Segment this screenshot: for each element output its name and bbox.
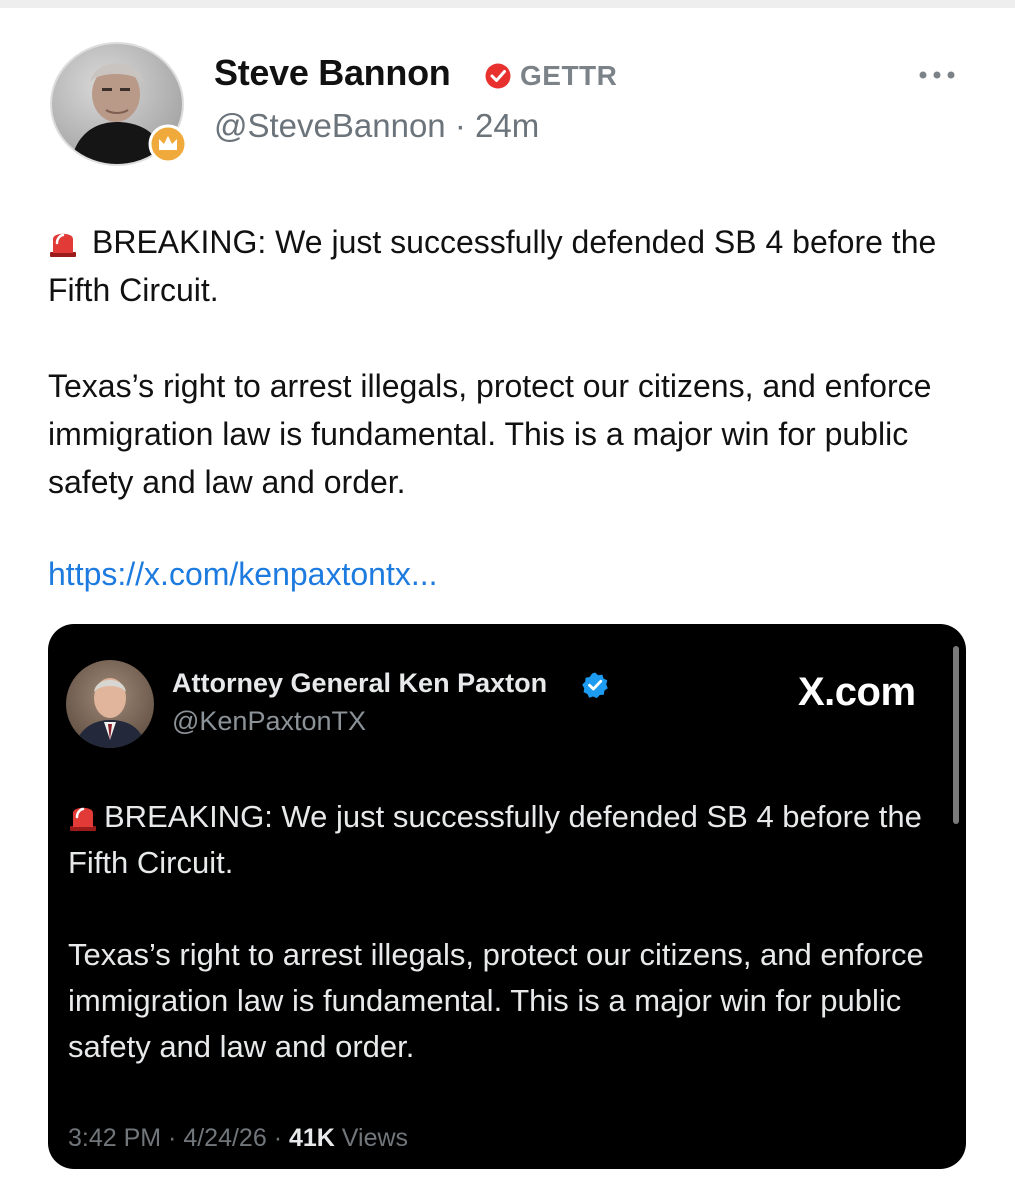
- embed-post-date: 4/24/26: [183, 1124, 267, 1152]
- post-body-paragraph-2: Texas’s right to arrest illegals, protec…: [48, 368, 932, 500]
- author-handle[interactable]: @SteveBannon: [214, 107, 446, 144]
- embed-post-body: BREAKING: We just successfully defended …: [68, 794, 948, 1070]
- scrollbar[interactable]: [953, 646, 959, 824]
- post-link[interactable]: https://x.com/kenpaxtontx...: [48, 556, 438, 593]
- views-count: 41K: [288, 1124, 335, 1152]
- embed-post-time: 3:42 PM: [68, 1124, 162, 1152]
- platform-label: GETTR: [520, 60, 618, 91]
- post-body-paragraph-1: BREAKING: We just successfully defended …: [48, 224, 937, 308]
- embed-author-handle[interactable]: @KenPaxtonTX: [172, 706, 366, 737]
- more-horizontal-icon[interactable]: [912, 60, 962, 90]
- embedded-post-card[interactable]: Attorney General Ken Paxton @KenPaxtonTX…: [48, 624, 966, 1169]
- embed-body-paragraph-2: Texas’s right to arrest illegals, protec…: [68, 937, 924, 1064]
- top-divider: [0, 0, 1015, 8]
- source-label: X.com: [798, 670, 916, 714]
- views-label: Views: [341, 1124, 409, 1152]
- siren-icon: [68, 798, 98, 831]
- crown-icon: [148, 124, 188, 164]
- embed-post-meta: 3:42 PM · 4/24/26 · 41K Views: [68, 1124, 408, 1153]
- separator-dot: ·: [161, 1124, 184, 1152]
- blue-check-icon: [581, 671, 609, 699]
- author-display-name[interactable]: Steve Bannon: [214, 52, 451, 94]
- embed-author-display-name[interactable]: Attorney General Ken Paxton: [172, 668, 547, 699]
- embed-body-paragraph-1: BREAKING: We just successfully defended …: [68, 799, 922, 880]
- embed-author-avatar[interactable]: [66, 660, 154, 748]
- separator-dot: ·: [445, 107, 475, 144]
- gettr-verified-flame-icon: [484, 62, 512, 90]
- siren-icon: [48, 222, 78, 257]
- post-body: BREAKING: We just successfully defended …: [48, 218, 978, 506]
- separator-dot: ·: [266, 1124, 289, 1152]
- post-timestamp: 24m: [475, 107, 540, 144]
- author-handle-line: @SteveBannon · 24m: [214, 107, 539, 145]
